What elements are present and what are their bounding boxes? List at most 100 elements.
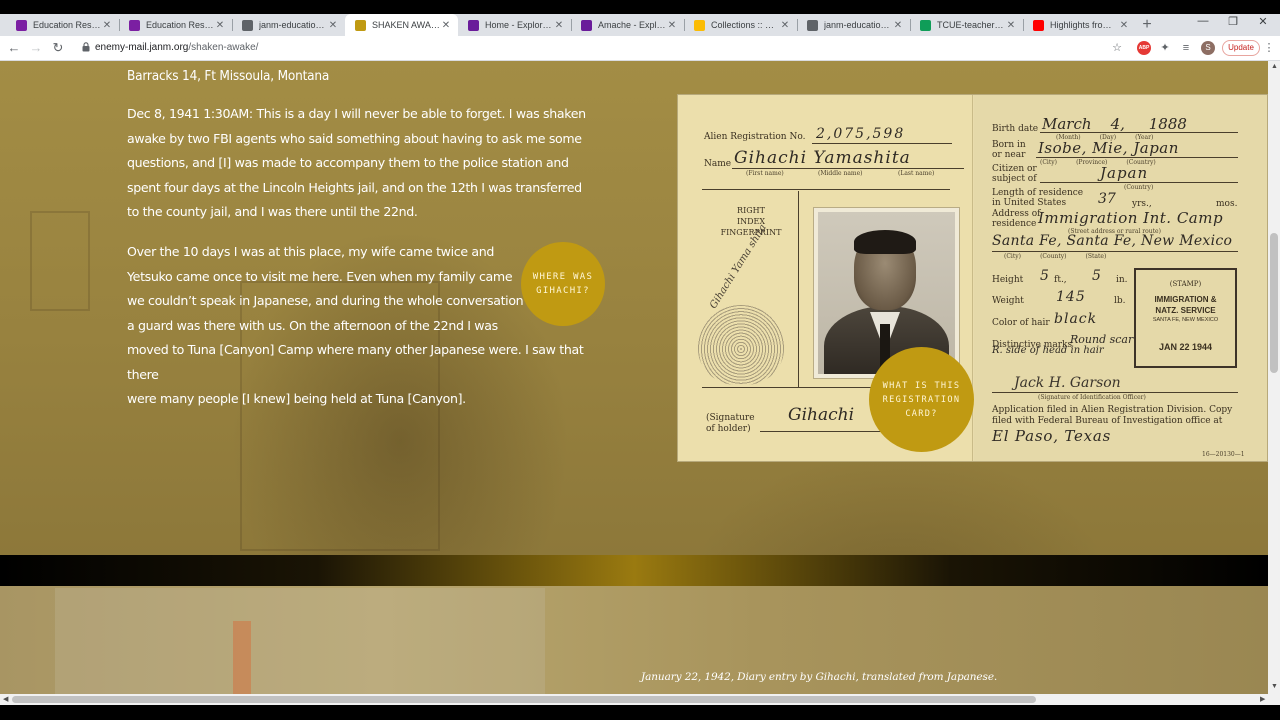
horizontal-scrollbar[interactable]: ◀ ▶	[0, 694, 1280, 705]
height-ft-value: 5	[1040, 268, 1049, 284]
browser-tab[interactable]: Education Resource✕	[119, 14, 232, 36]
citizen-label: Citizen or subject of	[992, 164, 1037, 184]
weight-label: Weight	[992, 296, 1024, 306]
tab-title: Collections :: Docu	[711, 20, 779, 30]
browser-tab[interactable]: TCUE-teachersGuid✕	[910, 14, 1023, 36]
paragraph-1: Dec 8, 1941 1:30AM: This is a day I will…	[127, 106, 586, 219]
vertical-scroll-thumb[interactable]	[1270, 233, 1278, 373]
birth-label: Birth date	[992, 124, 1039, 134]
divider	[1040, 132, 1238, 133]
back-icon[interactable]: ←	[6, 40, 22, 56]
diary-caption: January 22, 1942, Diary entry by Gihachi…	[641, 671, 998, 683]
close-window-icon[interactable]: ✕	[1248, 15, 1278, 28]
stamp-date: JAN 22 1944	[1158, 342, 1213, 352]
browser-tab[interactable]: janm-education-res✕	[232, 14, 345, 36]
tab-close-icon[interactable]: ✕	[327, 20, 339, 31]
last-name-sub: (Last name)	[898, 170, 935, 177]
address-bar[interactable]: enemy-mail.janm.org/shaken-awake/	[95, 42, 258, 53]
bubble-line: registration	[882, 394, 961, 405]
reading-list-icon[interactable]: ≡	[1179, 41, 1193, 55]
height-in-value: 5	[1092, 268, 1101, 284]
name-value: Gihachi Yamashita	[734, 148, 911, 168]
browser-tab[interactable]: Amache - Exploring✕	[571, 14, 684, 36]
first-name-sub: (First name)	[746, 170, 784, 177]
restore-icon[interactable]: ❐	[1218, 15, 1248, 28]
lock-icon[interactable]	[82, 42, 90, 52]
update-button[interactable]: Update	[1222, 40, 1260, 56]
tab-close-icon[interactable]: ✕	[214, 20, 226, 31]
divider	[992, 251, 1238, 252]
browser-tab[interactable]: Highlights from "C ✕	[1023, 14, 1136, 36]
paragraph-2-line: were many people [I knew] being held at …	[127, 391, 466, 406]
tab-title: janm-education-res	[259, 20, 327, 30]
lb-label: lb.	[1114, 296, 1126, 306]
scroll-right-icon[interactable]: ▶	[1260, 695, 1265, 703]
tab-title: Education Resource	[146, 20, 214, 30]
janm-icon	[129, 19, 140, 31]
length-label: Length of residence in United States	[992, 188, 1084, 208]
minimize-icon[interactable]: —	[1188, 15, 1218, 27]
tab-close-icon[interactable]: ✕	[1118, 20, 1130, 31]
stamp-org: IMMIGRATION & NATZ. SERVICE	[1154, 295, 1217, 315]
scroll-left-icon[interactable]: ◀	[3, 695, 8, 703]
globe-icon	[242, 19, 253, 31]
form-number: 16—20130—1	[1202, 451, 1245, 458]
yrs-label: yrs.,	[1132, 199, 1152, 209]
browser-tab[interactable]: Education Resource✕	[6, 14, 119, 36]
filed-place: El Paso, Texas	[992, 427, 1112, 445]
horizontal-scroll-thumb[interactable]	[12, 696, 1036, 703]
address-value-1: Immigration Int. Camp	[1038, 209, 1224, 227]
profile-avatar[interactable]: S	[1201, 41, 1215, 55]
new-tab-button[interactable]: +	[1140, 16, 1154, 34]
tab-close-icon[interactable]: ✕	[101, 20, 113, 31]
tab-close-icon[interactable]: ✕	[779, 20, 791, 31]
vertical-scrollbar[interactable]: ▲ ▼	[1268, 61, 1280, 694]
browser-tab[interactable]: Home - Exploring A✕	[458, 14, 571, 36]
extensions-icon[interactable]: ✦	[1158, 41, 1172, 55]
diary-photo	[55, 588, 545, 694]
tab-close-icon[interactable]: ✕	[440, 20, 452, 31]
birth-value: March 4, 1888	[1042, 115, 1187, 133]
tab-close-icon[interactable]: ✕	[553, 20, 565, 31]
browser-tab[interactable]: SHAKEN AWAKE | 1✕	[345, 14, 458, 36]
reload-icon[interactable]: ↻	[50, 40, 66, 56]
divider	[732, 168, 964, 169]
card-right-panel: Birth date March 4, 1888 (Month) (Day) (…	[974, 95, 1267, 461]
what-is-registration-card-button[interactable]: What is this registration card?	[869, 347, 974, 452]
stamp-title: (STAMP)	[1169, 280, 1202, 288]
where-was-gihachi-button[interactable]: Where was Gihachi?	[521, 242, 605, 326]
divider	[702, 189, 950, 190]
born-value: Isobe, Mie, Japan	[1038, 139, 1179, 157]
diary-photo-detail	[233, 621, 251, 694]
signature-value: Gihachi	[788, 405, 855, 425]
address-value-2: Santa Fe, Santa Fe, New Mexico	[992, 233, 1233, 249]
browser-tab[interactable]: Collections :: Docu ✕	[684, 14, 797, 36]
browser-toolbar: ← → ↻ enemy-mail.janm.org/shaken-awake/ …	[0, 36, 1280, 61]
window-top-edge	[0, 0, 1280, 14]
scroll-up-icon[interactable]: ▲	[1271, 63, 1278, 70]
globe-icon	[807, 19, 818, 31]
forward-icon[interactable]: →	[28, 40, 44, 56]
adblock-icon[interactable]: ABP	[1137, 41, 1151, 55]
tab-close-icon[interactable]: ✕	[666, 20, 678, 31]
tab-close-icon[interactable]: ✕	[892, 20, 904, 31]
tab-title: TCUE-teachersGuid	[937, 20, 1005, 30]
browser-tab[interactable]: janm-education-res✕	[797, 14, 910, 36]
name-label: Name	[704, 159, 732, 169]
enemy-mail-icon	[355, 19, 366, 31]
janm-icon	[16, 19, 27, 31]
officer-signature-label: (Signature of Identification Officer)	[1038, 394, 1146, 401]
bubble-line: What is this	[882, 380, 961, 391]
divider	[798, 191, 799, 387]
star-icon[interactable]: ☆	[1110, 41, 1124, 55]
country-sub: (Country)	[1124, 184, 1154, 191]
tab-close-icon[interactable]: ✕	[1005, 20, 1017, 31]
paragraph-2-line: moved to Tuna [Canyon] Camp where many o…	[127, 342, 584, 382]
fingerprint-image	[698, 305, 784, 385]
url-domain: enemy-mail.janm.org	[95, 42, 189, 53]
scroll-down-icon[interactable]: ▼	[1271, 683, 1278, 690]
city-county-state-sub: (City) (County) (State)	[1004, 253, 1107, 260]
stamp-place: SANTA FE, NEW MEXICO	[1152, 317, 1219, 323]
tab-title: SHAKEN AWAKE | 1	[372, 20, 440, 30]
menu-kebab-icon[interactable]: ⋮	[1262, 41, 1276, 55]
